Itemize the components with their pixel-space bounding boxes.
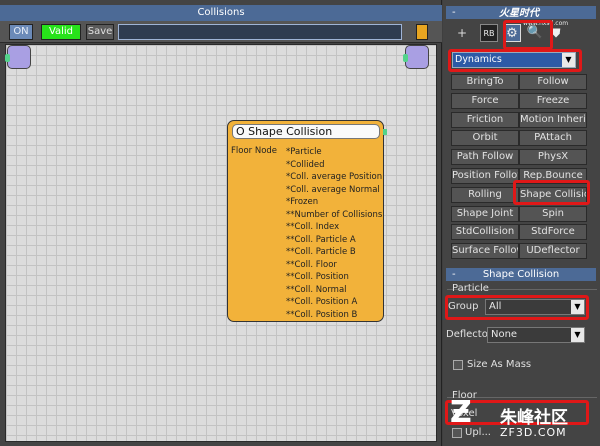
size-as-mass-checkbox[interactable] xyxy=(453,360,463,370)
operator-button-pattach[interactable]: PAttach xyxy=(519,130,587,147)
node-output-item[interactable]: **Coll. Position xyxy=(286,271,382,284)
operator-button-path-follow[interactable]: Path Follow xyxy=(451,149,519,166)
node-output-item[interactable]: **Coll. Normal xyxy=(286,284,382,297)
operator-button-shape-collision[interactable]: Shape Collision xyxy=(519,186,587,203)
node-output-item[interactable]: *Collided xyxy=(286,159,382,172)
group-select[interactable]: All ▼ xyxy=(485,299,585,315)
collisions-window: Collisions ON Valid Save O Shape Collisi… xyxy=(0,0,442,446)
name-input[interactable] xyxy=(118,24,402,40)
deflector-label: Deflector xyxy=(446,329,492,340)
operator-button-force[interactable]: Force xyxy=(451,92,519,109)
node-output-connector[interactable] xyxy=(383,129,387,135)
operator-button-rolling[interactable]: Rolling xyxy=(451,186,519,203)
node-output-item[interactable]: *Frozen xyxy=(286,196,382,209)
category-select[interactable]: Dynamics ▼ xyxy=(452,52,576,68)
node-input-label[interactable]: Floor Node xyxy=(231,146,277,156)
site-logo: 火星时代 xyxy=(499,8,539,19)
port-connector-icon[interactable] xyxy=(403,54,408,62)
save-button[interactable]: Save xyxy=(86,24,114,40)
chevron-down-icon[interactable]: ▼ xyxy=(571,328,584,342)
rbox-icon[interactable]: RB xyxy=(480,24,498,42)
node-output-item[interactable]: *Coll. average Normal xyxy=(286,184,382,197)
shape-collision-node[interactable]: O Shape Collision Floor Node *Particle *… xyxy=(227,120,387,322)
output-port-pad[interactable] xyxy=(403,45,429,69)
node-title[interactable]: O Shape Collision xyxy=(232,124,380,139)
operator-button-friction[interactable]: Friction xyxy=(451,111,519,128)
node-output-list: *Particle *Collided *Coll. average Posit… xyxy=(286,146,382,321)
shield-icon[interactable]: ⛊ xyxy=(547,24,565,42)
operator-button-orbit[interactable]: Orbit xyxy=(451,130,519,147)
node-output-item[interactable]: **Coll. Position B xyxy=(286,309,382,322)
shape-collision-rollout-header[interactable]: - Shape Collision xyxy=(446,268,596,281)
chevron-down-icon[interactable]: ▼ xyxy=(562,53,575,67)
watermark-url: ZF3D.COM xyxy=(500,426,567,439)
on-button[interactable]: ON xyxy=(9,24,33,40)
particle-group-title: Particle xyxy=(452,283,489,294)
watermark-text: 朱峰社区 xyxy=(500,408,568,428)
operator-panel: - 火星时代 www.hxsd.com + RB ⚙ 🔍 ⛊ Dynamics … xyxy=(443,0,600,446)
operator-button-stdcollision[interactable]: StdCollision xyxy=(451,224,519,241)
operator-button-udeflector[interactable]: UDeflector xyxy=(519,243,587,260)
valid-button[interactable]: Valid xyxy=(41,24,81,40)
node-output-item[interactable]: **Number of Collisions xyxy=(286,209,382,222)
operator-button-rep-bounce[interactable]: Rep.Bounce xyxy=(519,168,587,184)
node-output-item[interactable]: **Coll. Position A xyxy=(286,296,382,309)
operator-button-position-follow[interactable]: Position Follow xyxy=(451,168,519,184)
chevron-down-icon[interactable]: ▼ xyxy=(571,300,584,314)
operator-button-physx[interactable]: PhysX xyxy=(519,149,587,166)
search-icon[interactable]: 🔍 xyxy=(526,24,544,42)
color-swatch-button[interactable] xyxy=(416,24,428,40)
operator-button-follow[interactable]: Follow xyxy=(519,74,587,90)
operator-button-spin[interactable]: Spin xyxy=(519,205,587,222)
node-output-item[interactable]: *Particle xyxy=(286,146,382,159)
operator-button-surface-follow[interactable]: Surface Follow xyxy=(451,243,519,260)
operator-button-stdforce[interactable]: StdForce xyxy=(519,224,587,241)
node-output-item[interactable]: **Coll. Index xyxy=(286,221,382,234)
node-output-item[interactable]: **Coll. Particle A xyxy=(286,234,382,247)
node-output-item[interactable]: **Coll. Particle B xyxy=(286,246,382,259)
collapse-icon[interactable]: - xyxy=(452,6,456,19)
rollout-title: Shape Collision xyxy=(482,269,560,280)
operator-button-shape-joint[interactable]: Shape Joint xyxy=(451,205,519,222)
deflector-select[interactable]: None ▼ xyxy=(487,327,585,343)
node-output-item[interactable]: **Coll. Floor xyxy=(286,259,382,272)
input-port-pad[interactable] xyxy=(5,45,31,69)
create-operator-icon[interactable]: + xyxy=(453,24,471,42)
watermark: Ƶ 朱峰社区 ZF3D.COM xyxy=(450,398,596,442)
port-connector-icon[interactable] xyxy=(5,54,10,62)
deflector-select-value: None xyxy=(491,329,518,340)
operator-button-freeze[interactable]: Freeze xyxy=(519,92,587,109)
group-select-value: All xyxy=(489,301,502,312)
node-output-item[interactable]: *Coll. average Position xyxy=(286,171,382,184)
size-as-mass-label: Size As Mass xyxy=(467,359,532,370)
window-title: Collisions xyxy=(0,5,442,21)
gear-icon[interactable]: ⚙ xyxy=(503,24,521,42)
operator-button-bringto[interactable]: BringTo xyxy=(451,74,519,90)
category-select-value: Dynamics xyxy=(455,54,502,65)
operator-button-motion-inherit[interactable]: Motion Inherit. xyxy=(519,111,587,128)
watermark-logo-icon: Ƶ xyxy=(450,395,472,430)
group-label: Group xyxy=(448,301,479,312)
toolbar: ON Valid Save xyxy=(0,21,442,43)
